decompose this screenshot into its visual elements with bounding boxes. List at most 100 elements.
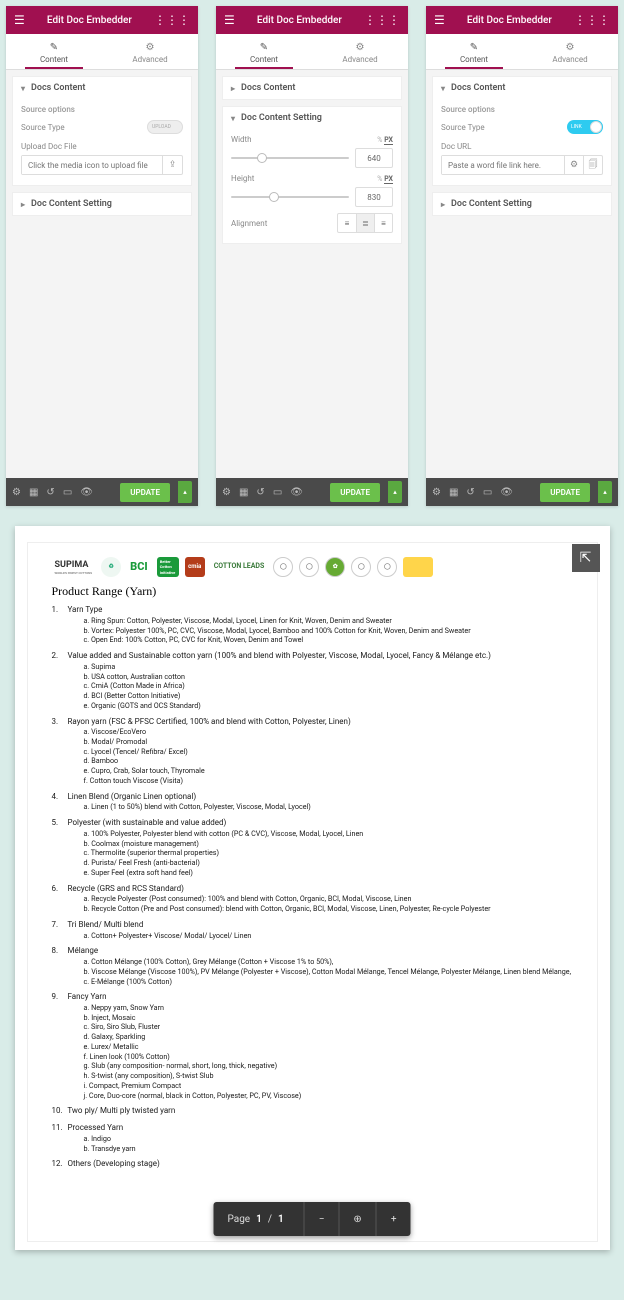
upload-icon[interactable]: ⇪ (162, 156, 182, 174)
unit-toggle[interactable]: % PX (377, 136, 393, 144)
logo-cert1: ◯ (273, 557, 293, 577)
doc-subitem: c. Lyocel (Tencel/ Refibra/ Excel) (84, 747, 573, 757)
tab-advanced[interactable]: ⚙ Advanced (312, 34, 408, 69)
panel-title: Edit Doc Embedder (47, 15, 132, 26)
tab-content[interactable]: ✎ Content (6, 34, 102, 69)
responsive-icon[interactable]: ▭ (63, 487, 72, 498)
doc-list: 1. Yarn Typea. Ring Spun: Cotton, Polyes… (52, 605, 573, 1170)
update-caret[interactable]: ▴ (388, 481, 402, 503)
update-caret[interactable]: ▴ (598, 481, 612, 503)
doc-url-input[interactable] (442, 156, 564, 174)
doc-subitem: e. Super Feel (extra soft hand feel) (84, 868, 573, 878)
logo-grs: ♻ (101, 557, 121, 577)
source-options-label: Source options (21, 105, 183, 114)
panel-header: ☰ Edit Doc Embedder ⋮⋮⋮ (426, 6, 618, 34)
doc-item: 6. Recycle (GRS and RCS Standard)a. Recy… (52, 884, 573, 914)
menu-icon[interactable]: ☰ (14, 13, 25, 27)
section-docs-content[interactable]: ▾ Docs Content (433, 77, 611, 99)
doc-subitem: h. S-twist (any composition), S-twist Sl… (84, 1071, 573, 1081)
upload-input[interactable] (22, 156, 162, 174)
tab-content[interactable]: ✎ Content (426, 34, 522, 69)
doc-subitem: a. 100% Polyester, Polyester blend with … (84, 829, 573, 839)
zoom-in-button[interactable]: + (376, 1202, 411, 1236)
doc-url-label: Doc URL (441, 142, 603, 151)
doc-subitem: b. Vortex: Polyester 100%, PC, CVC, Visc… (84, 626, 573, 636)
apps-icon[interactable]: ⋮⋮⋮ (574, 13, 610, 27)
height-label: Height (231, 174, 254, 183)
doc-subitem: e. Cupro, Crab, Solar touch, Thyromale (84, 766, 573, 776)
history-icon[interactable]: ↺ (256, 487, 264, 498)
gear-icon: ⚙ (356, 42, 365, 53)
doc-subitem: b. USA cotton, Australian cotton (84, 672, 573, 682)
preview-icon[interactable]: 👁 (80, 487, 93, 498)
logo-cert4: ◯ (351, 557, 371, 577)
responsive-icon[interactable]: ▭ (273, 487, 282, 498)
navigator-icon[interactable]: ▦ (449, 487, 458, 498)
page-indicator: Page 1 / 1 (214, 1202, 304, 1236)
zoom-out-button[interactable]: − (304, 1202, 339, 1236)
doc-item: 11. Processed Yarna. Indigob. Transdye y… (52, 1123, 573, 1153)
update-button[interactable]: UPDATE (330, 483, 380, 502)
doc-subitem: c. Open End: 100% Cotton, PC, CVC for Kn… (84, 635, 573, 645)
menu-icon[interactable]: ☰ (224, 13, 235, 27)
logo-cert3: ✿ (325, 557, 345, 577)
align-left[interactable]: ≡ (338, 214, 356, 232)
source-type-toggle[interactable]: UPLOAD (147, 120, 183, 134)
unit-toggle[interactable]: % PX (377, 175, 393, 183)
open-external-icon[interactable]: ⇱ (572, 544, 600, 572)
section-docs-content[interactable]: ▸ Docs Content (223, 77, 401, 99)
logo-strip: SUPIMAWORLD'S FINEST COTTONS ♻ BCI Bette… (52, 557, 573, 577)
apps-icon[interactable]: ⋮⋮⋮ (154, 13, 190, 27)
panel-upload: ☰ Edit Doc Embedder ⋮⋮⋮ ✎ Content ⚙ Adva… (6, 6, 198, 506)
source-type-toggle[interactable]: LINK (567, 120, 603, 134)
settings-icon[interactable]: ⚙ (222, 487, 231, 498)
width-input[interactable] (355, 148, 393, 168)
apps-icon[interactable]: ⋮⋮⋮ (364, 13, 400, 27)
align-right[interactable]: ≡ (374, 214, 392, 232)
update-button[interactable]: UPDATE (540, 483, 590, 502)
height-slider[interactable] (231, 196, 349, 198)
history-icon[interactable]: ↺ (46, 487, 54, 498)
width-label: Width (231, 135, 252, 144)
zoom-reset-button[interactable]: ⊕ (338, 1202, 375, 1236)
history-icon[interactable]: ↺ (466, 487, 474, 498)
update-caret[interactable]: ▴ (178, 481, 192, 503)
doc-subitem: a. Ring Spun: Cotton, Polyester, Viscose… (84, 616, 573, 626)
preview-icon[interactable]: 👁 (290, 487, 303, 498)
doc-subitem: a. Cotton Mélange (100% Cotton), Grey Mé… (84, 957, 573, 967)
caret-right-icon: ▸ (441, 200, 445, 209)
settings-icon[interactable]: ⚙ (432, 487, 441, 498)
doc-subitem: a. Viscose/EcoVero (84, 727, 573, 737)
width-slider[interactable] (231, 157, 349, 159)
navigator-icon[interactable]: ▦ (239, 487, 248, 498)
navigator-icon[interactable]: ▦ (29, 487, 38, 498)
doc-subitem: a. Supima (84, 662, 573, 672)
section-doc-setting[interactable]: ▸ Doc Content Setting (13, 193, 191, 215)
tab-content[interactable]: ✎ Content (216, 34, 312, 69)
doc-item: 5. Polyester (with sustainable and value… (52, 818, 573, 877)
doc-subitem: c. CmiA (Cotton Made in Africa) (84, 681, 573, 691)
doc-subitem: a. Indigo (84, 1134, 573, 1144)
caret-down-icon: ▾ (441, 84, 445, 93)
doc-item: 4. Linen Blend (Organic Linen optional)a… (52, 792, 573, 813)
section-doc-setting[interactable]: ▸ Doc Content Setting (433, 193, 611, 215)
section-docs-content[interactable]: ▾ Docs Content (13, 77, 191, 99)
responsive-icon[interactable]: ▭ (483, 487, 492, 498)
pencil-icon: ✎ (260, 42, 268, 53)
section-doc-setting[interactable]: ▾ Doc Content Setting (223, 107, 401, 129)
align-center[interactable]: ≣ (356, 214, 374, 232)
caret-right-icon: ▸ (21, 200, 25, 209)
logo-bci: BCI (127, 557, 151, 577)
tab-advanced[interactable]: ⚙ Advanced (522, 34, 618, 69)
menu-icon[interactable]: ☰ (434, 13, 445, 27)
height-input[interactable] (355, 187, 393, 207)
link-options-icon[interactable]: ⚙ (564, 156, 583, 174)
logo-cert6 (403, 557, 433, 577)
alignment-label: Alignment (231, 219, 267, 228)
settings-icon[interactable]: ⚙ (12, 487, 21, 498)
preview-icon[interactable]: 👁 (500, 487, 513, 498)
tab-advanced[interactable]: ⚙ Advanced (102, 34, 198, 69)
doc-subitem: f. Cotton touch Viscose (Visita) (84, 776, 573, 786)
update-button[interactable]: UPDATE (120, 483, 170, 502)
link-history-icon[interactable]: 🗐 (583, 156, 602, 174)
